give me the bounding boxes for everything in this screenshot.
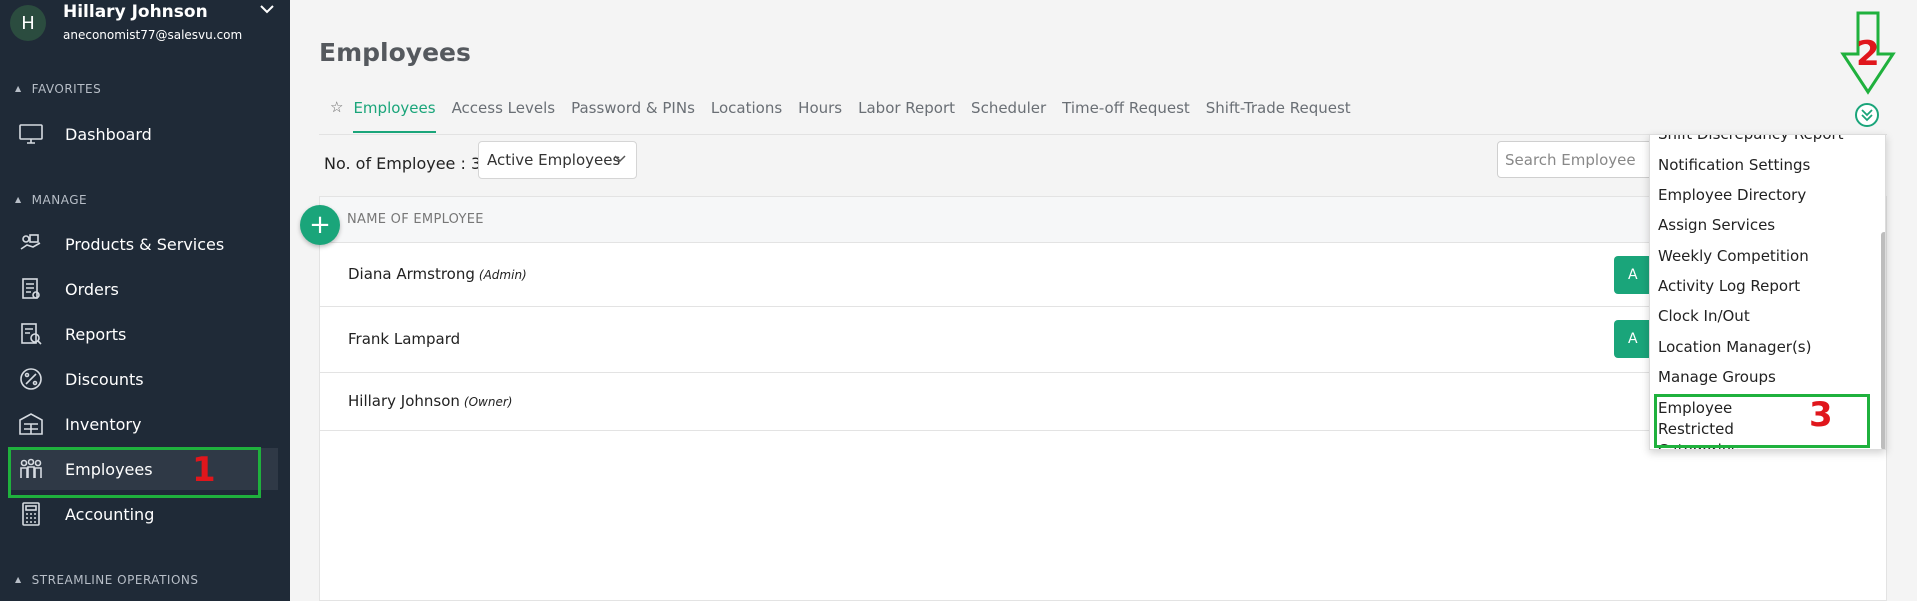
section-favorites[interactable]: ▲ FAVORITES (15, 82, 101, 96)
tab-access-levels[interactable]: Access Levels (452, 95, 556, 133)
sidebar: H Hillary Johnson aneconomist77@salesvu.… (0, 0, 290, 601)
sidebar-item-label: Accounting (65, 504, 155, 524)
employee-name: Diana Armstrong (Admin) (348, 265, 527, 283)
menu-item-weekly-competition[interactable]: Weekly Competition (1658, 246, 1858, 267)
menu-item-shift-discrepancy-report[interactable]: Shift Discrepancy Report (1658, 135, 1858, 145)
page-title: Employees (319, 38, 471, 67)
tab-locations[interactable]: Locations (711, 95, 782, 133)
tab-bar: ☆ Employees Access Levels Password & PIN… (330, 95, 1367, 135)
employee-role: (Admin) (478, 268, 527, 282)
menu-item-activity-log-report[interactable]: Activity Log Report (1658, 276, 1858, 297)
section-streamline-label: STREAMLINE OPERATIONS (31, 573, 199, 587)
annotation-highlight-restricted-categories (1654, 394, 1870, 448)
user-menu[interactable]: H Hillary Johnson aneconomist77@salesvu.… (0, 0, 290, 52)
annotation-number-2: 2 (1856, 34, 1880, 74)
employee-role: (Owner) (463, 395, 513, 409)
tab-password-pins[interactable]: Password & PINs (571, 95, 695, 133)
sidebar-item-dashboard[interactable]: Dashboard (8, 113, 278, 155)
menu-item-clock-in-out[interactable]: Clock In/Out (1658, 306, 1858, 327)
employee-name-text: Hillary Johnson (348, 392, 460, 410)
sidebar-item-orders[interactable]: Orders (8, 268, 278, 310)
sidebar-item-discounts[interactable]: Discounts (8, 358, 278, 400)
section-manage[interactable]: ▲ MANAGE (15, 193, 87, 207)
annotation-number-1: 1 (192, 450, 216, 490)
column-header-name: NAME OF EMPLOYEE (347, 212, 484, 227)
menu-item-employee-directory[interactable]: Employee Directory (1658, 185, 1858, 206)
orders-icon (16, 275, 46, 303)
chevron-down-icon (614, 152, 626, 166)
annotation-highlight-employees (8, 447, 261, 498)
dropdown-scrollbar[interactable] (1881, 232, 1885, 449)
sidebar-item-label: Reports (65, 324, 127, 344)
employee-status-value: Active Employees (487, 151, 621, 169)
employee-name-text: Frank Lampard (348, 330, 461, 348)
employee-name-text: Diana Armstrong (348, 265, 475, 283)
employee-name: Hillary Johnson (Owner) (348, 392, 512, 410)
monitor-icon (16, 120, 46, 148)
sidebar-item-inventory[interactable]: Inventory (8, 403, 278, 445)
calculator-icon (16, 500, 46, 528)
star-icon[interactable]: ☆ (330, 98, 343, 116)
sidebar-item-label: Orders (65, 279, 119, 299)
search-placeholder: Search Employee (1505, 150, 1636, 169)
sidebar-item-reports[interactable]: Reports (8, 313, 278, 355)
add-employee-button[interactable]: + (300, 205, 340, 245)
menu-item-assign-services[interactable]: Assign Services (1658, 215, 1858, 236)
reports-icon (16, 320, 46, 348)
avatar: H (10, 5, 46, 41)
tab-shift-trade-request[interactable]: Shift-Trade Request (1206, 95, 1351, 133)
tab-employees[interactable]: Employees (353, 95, 436, 133)
menu-item-manage-groups[interactable]: Manage Groups (1658, 367, 1858, 388)
sidebar-item-label: Discounts (65, 369, 144, 389)
sidebar-item-products-services[interactable]: Products & Services (8, 223, 278, 265)
products-icon (16, 230, 46, 258)
section-streamline[interactable]: ▲ STREAMLINE OPERATIONS (15, 573, 198, 587)
menu-item-location-managers[interactable]: Location Manager(s) (1658, 337, 1858, 358)
menu-item-notification-settings[interactable]: Notification Settings (1658, 155, 1858, 176)
tab-time-off-request[interactable]: Time-off Request (1062, 95, 1190, 133)
employee-status-select[interactable]: Active Employees (478, 141, 637, 179)
sidebar-item-accounting[interactable]: Accounting (8, 493, 278, 535)
chevron-down-icon[interactable] (260, 2, 274, 18)
inventory-icon (16, 410, 46, 438)
section-manage-label: MANAGE (31, 193, 88, 207)
tab-labor-report[interactable]: Labor Report (858, 95, 955, 133)
sidebar-item-label: Products & Services (65, 234, 225, 254)
tab-hours[interactable]: Hours (798, 95, 842, 133)
section-favorites-label: FAVORITES (31, 82, 102, 96)
tab-scheduler[interactable]: Scheduler (971, 95, 1046, 133)
percent-icon (16, 365, 46, 393)
double-chevron-down-icon (1861, 109, 1873, 122)
more-tabs-button[interactable] (1855, 103, 1879, 127)
plus-icon: + (309, 210, 331, 240)
sidebar-item-label: Dashboard (65, 124, 152, 144)
sidebar-item-label: Inventory (65, 414, 142, 434)
employee-name: Frank Lampard (348, 330, 464, 348)
user-email: aneconomist77@salesvu.com (63, 28, 243, 42)
user-name: Hillary Johnson (63, 2, 208, 22)
annotation-number-3: 3 (1809, 395, 1833, 435)
employee-count: No. of Employee : 3 (324, 154, 482, 173)
